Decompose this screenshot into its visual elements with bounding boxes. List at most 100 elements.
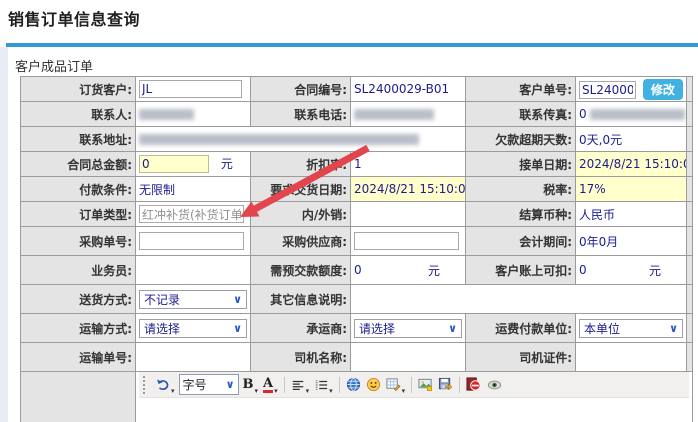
order-form-table: 订货客户: 合同编号: SL2400029-B01 客户单号: 修改 联系人: … (20, 76, 693, 422)
undo-icon[interactable]: ▾ (154, 375, 176, 395)
advance-payment-unit: 元 (428, 262, 440, 279)
dropdown-caret: ▾ (171, 387, 175, 395)
chevron-down-icon: ∨ (448, 323, 457, 334)
richtext-toolbar: ▾ 字号 ∨ B ▾ A ▾ (139, 372, 689, 398)
domestic-export-label: 内/外销: (251, 202, 351, 227)
redacted-contact-fax (590, 109, 685, 120)
spacer-cell (687, 102, 693, 127)
dropdown-caret: ▾ (274, 387, 278, 395)
dropdown-caret: ▾ (255, 387, 259, 395)
freight-payer-label: 运费付款单位: (466, 314, 576, 343)
customer-order-no-input[interactable] (579, 81, 636, 99)
advance-payment-label: 需预交款额度: (251, 256, 351, 285)
transport-no-label: 运输单号: (21, 343, 136, 372)
delivery-method-selected: 不记录 (144, 291, 180, 308)
insert-image-icon[interactable] (417, 375, 434, 395)
purchase-order-no-input[interactable] (139, 232, 244, 250)
preview-eye-icon[interactable] (485, 375, 504, 395)
purchase-supplier-label: 采购供应商: (251, 227, 351, 256)
spacer-cell (687, 314, 693, 343)
salesperson-label: 业务员: (21, 256, 136, 285)
spacer-cell (687, 77, 693, 102)
editor-content-area[interactable] (139, 398, 689, 422)
order-customer-input[interactable] (139, 80, 242, 98)
ordered-list-icon[interactable]: ▾ (313, 375, 334, 395)
accounting-period-value: 0年0月 (576, 227, 687, 256)
dropdown-caret: ▾ (402, 387, 406, 395)
hyperlink-globe-icon[interactable] (345, 375, 362, 395)
overdue-days-label: 欠款超期天数: (466, 127, 576, 152)
contract-no-label: 合同编号: (251, 77, 351, 102)
spacer-cell (687, 202, 693, 227)
contact-fax-value: 0 (579, 107, 587, 121)
transport-method-select[interactable]: 请选择∨ (139, 319, 247, 338)
transport-no-value (136, 343, 251, 372)
delivery-date-label: 要求交货日期: (251, 177, 351, 202)
discount-rate-value: 1 (351, 152, 466, 177)
carrier-select[interactable]: 请选择∨ (354, 319, 462, 338)
emoticon-icon[interactable] (365, 375, 382, 395)
order-date-value: 2024/8/21 15:10:00 (576, 152, 687, 177)
no-entry-icon[interactable] (465, 375, 482, 395)
contract-total-label: 合同总金额: (21, 152, 136, 177)
toolbar-separator (411, 377, 412, 393)
redacted-contact-address (139, 134, 419, 145)
order-type-input[interactable] (139, 205, 244, 223)
driver-id-label: 司机证件: (466, 343, 576, 372)
overdue-days-value: 0天,0元 (576, 127, 687, 152)
advance-payment-value: 0 (354, 263, 362, 277)
customer-deductible-label: 客户账上可扣: (466, 256, 576, 285)
contact-person-label: 联系人: (21, 102, 136, 127)
carrier-label: 承运商: (251, 314, 351, 343)
salesperson-value (136, 256, 251, 285)
settlement-currency-label: 结算币种: (466, 202, 576, 227)
contact-address-label: 联系地址: (21, 127, 136, 152)
contract-total-input[interactable] (139, 155, 209, 173)
font-color-icon[interactable]: A ▾ (262, 375, 279, 395)
chevron-down-icon: ∨ (669, 323, 678, 334)
spacer-cell (687, 343, 693, 372)
customer-deductible-unit: 元 (649, 262, 661, 279)
tax-rate-label: 税率: (466, 177, 576, 202)
accounting-period-label: 会计期间: (466, 227, 576, 256)
driver-name-label: 司机名称: (251, 343, 351, 372)
delivery-method-label: 送货方式: (21, 285, 136, 314)
toolbar-separator (459, 377, 460, 393)
domestic-export-value (351, 202, 466, 227)
dropdown-caret: ▾ (329, 387, 333, 395)
purchase-supplier-input[interactable] (354, 232, 459, 250)
contact-phone-label: 联系电话: (251, 102, 351, 127)
dropdown-caret: ▾ (306, 387, 310, 395)
align-icon[interactable]: ▾ (290, 375, 311, 395)
editor-row-label (21, 372, 136, 422)
order-customer-label: 订货客户: (21, 77, 136, 102)
redacted-contact-phone (354, 109, 434, 120)
payment-terms-label: 付款条件: (21, 177, 136, 202)
delivery-date-value: 2024/8/21 15:10:00 (351, 177, 466, 202)
freight-payer-selected: 本单位 (584, 320, 620, 337)
page-title: 销售订单信息查询 (8, 6, 140, 30)
font-size-select[interactable]: 字号 ∨ (179, 374, 239, 395)
freight-payer-select[interactable]: 本单位 ∨ (579, 319, 683, 338)
section-title: 客户成品订单 (15, 56, 93, 75)
other-info-value (351, 285, 687, 314)
font-color-glyph: A (263, 377, 273, 393)
spacer-cell (687, 256, 693, 285)
bold-icon[interactable]: B ▾ (242, 375, 260, 395)
toolbar-drag-handle[interactable] (143, 376, 148, 394)
edit-table-icon[interactable]: ▾ (385, 375, 407, 395)
accent-divider (6, 43, 698, 47)
payment-terms-value: 无限制 (136, 177, 251, 202)
delivery-method-select[interactable]: 不记录 ∨ (139, 290, 247, 309)
order-type-label: 订单类型: (21, 202, 136, 227)
driver-id-value (576, 343, 687, 372)
customer-deductible-value: 0 (579, 263, 587, 277)
modify-button[interactable]: 修改 (643, 79, 683, 100)
chevron-down-icon: ∨ (233, 294, 242, 305)
save-export-icon[interactable] (437, 375, 454, 395)
discount-rate-label: 折扣率: (251, 152, 351, 177)
other-info-label: 其它信息说明: (251, 285, 351, 314)
left-border-strip (0, 47, 8, 422)
purchase-order-no-label: 采购单号: (21, 227, 136, 256)
chevron-down-icon: ∨ (226, 379, 235, 390)
